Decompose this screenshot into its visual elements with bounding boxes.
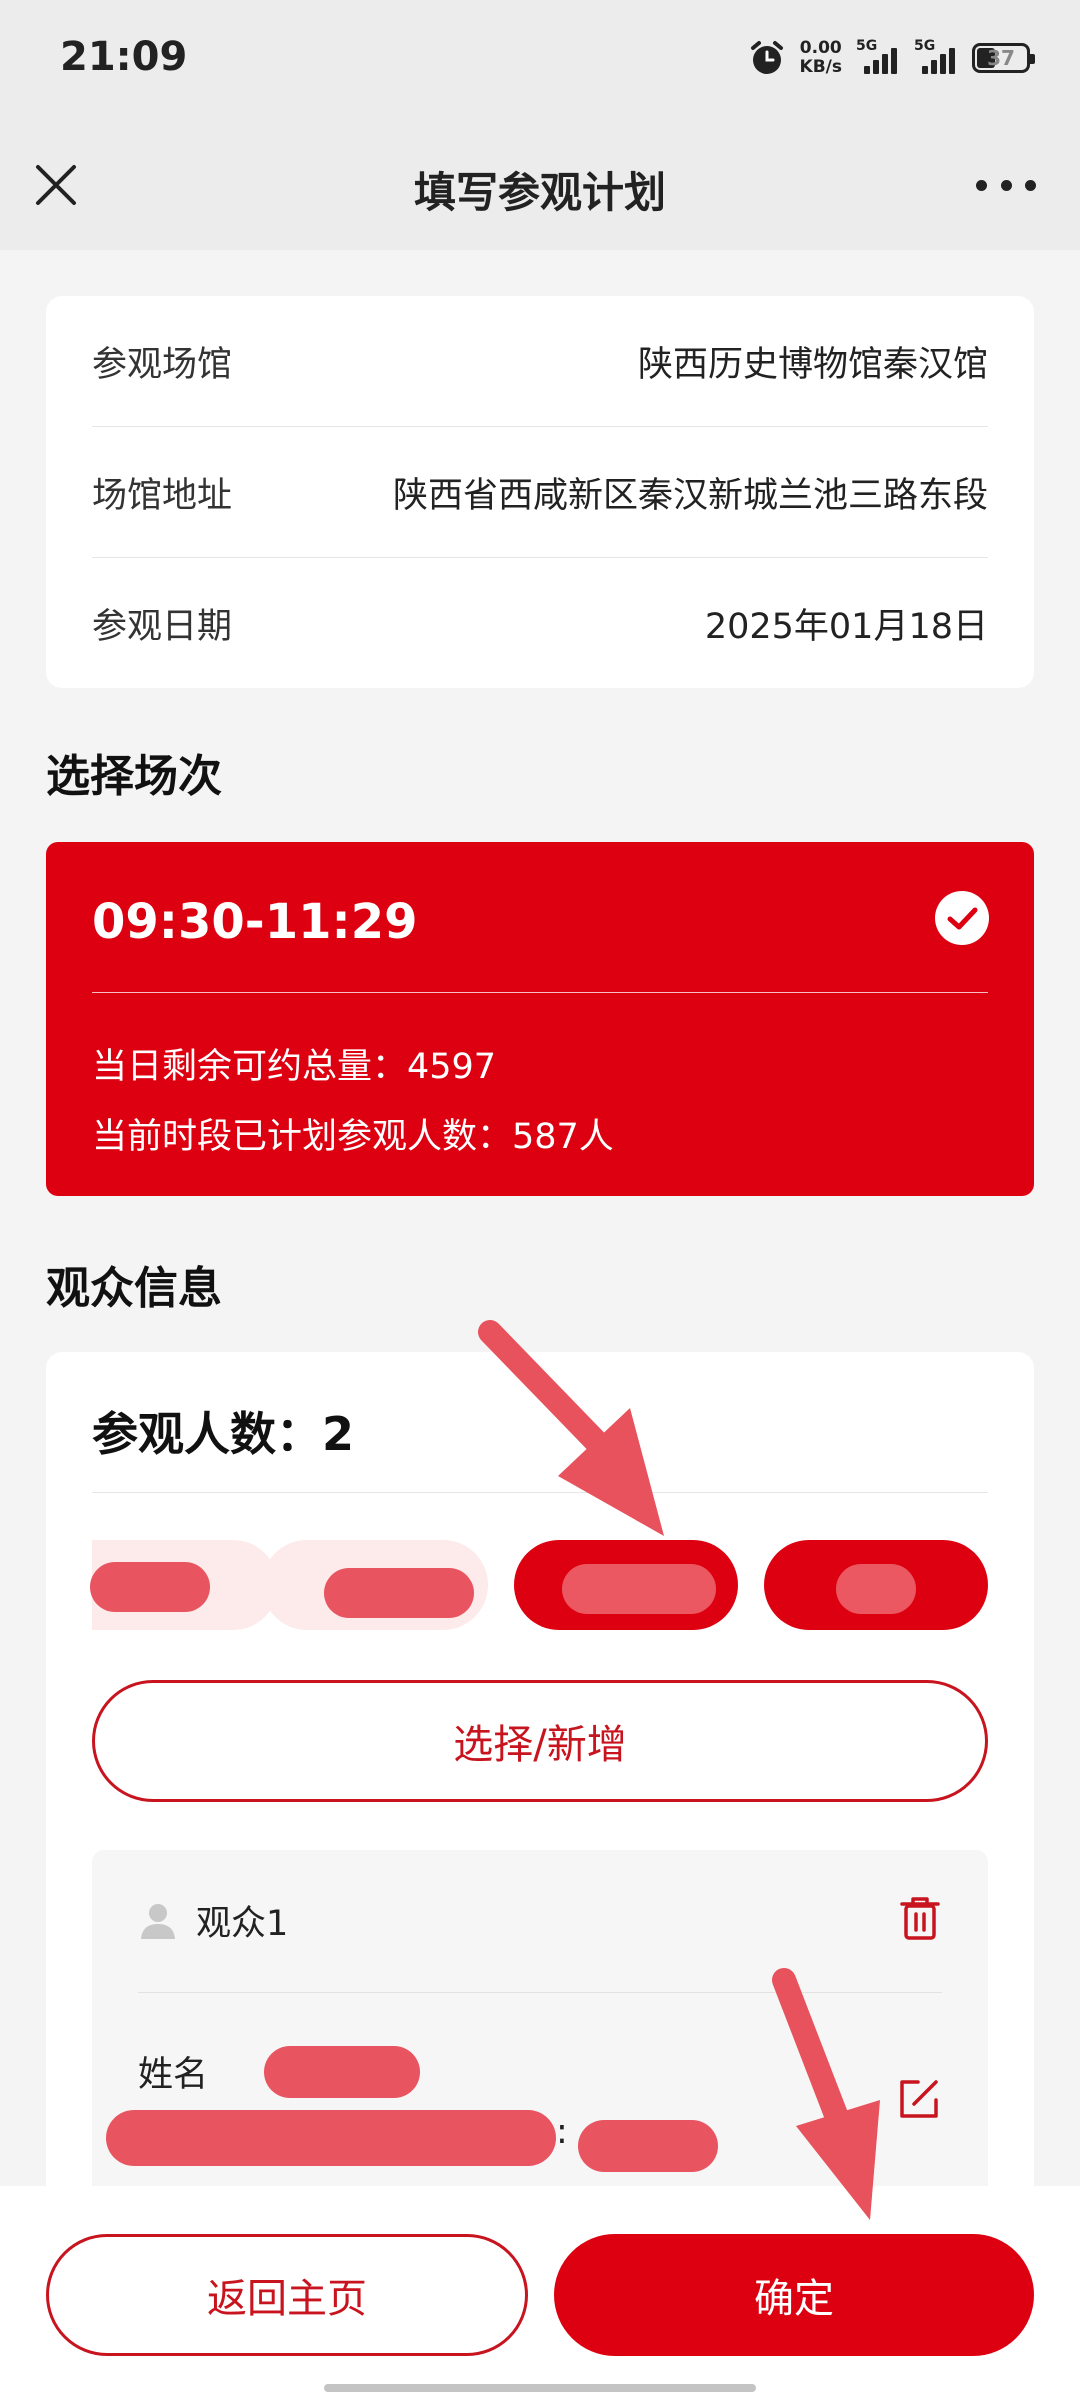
net-speed: 0.00 KB/s [800,39,842,77]
remaining-quota: 当日剩余可约总量：4597 [92,1047,497,1087]
planned-visitors: 当前时段已计划参观人数：587人 [92,1117,614,1157]
visitor-chip-selected[interactable] [514,1540,738,1630]
net-speed-value: 0.00 [799,38,842,58]
top-bar-background: 21:09 0.00 KB/s 5G 5G 37 填写参观计划 [0,0,1080,250]
check-circle-icon [935,891,989,945]
info-label: 参观日期 [92,606,233,647]
more-menu-icon[interactable] [976,173,1036,197]
battery-level: 37 [987,46,1015,70]
info-row-date: 参观日期 2025年01月18日 [92,558,988,688]
visitor-chip[interactable] [90,1540,278,1630]
edit-icon[interactable] [896,2076,942,2122]
divider [92,1492,988,1493]
signal-icon-2: 5G [914,38,958,78]
info-row-venue: 参观场馆 陕西历史博物馆秦汉馆 [92,296,988,426]
redaction-mark [264,2046,420,2098]
signal-label-1: 5G [856,38,878,54]
page-title: 填写参观计划 [413,168,666,217]
field-separator: : [556,2112,568,2152]
redaction-mark [324,1568,474,1618]
person-icon [141,1904,175,1939]
visitor-chip[interactable] [262,1540,488,1630]
redaction-mark [836,1564,916,1614]
status-time: 21:09 [60,34,188,80]
visitor-section-title: 观众信息 [46,1263,222,1314]
visitor-entry-header: 观众1 [138,1896,942,1944]
info-label: 场馆地址 [92,475,233,516]
status-icons: 0.00 KB/s 5G 5G 37 [748,34,1035,82]
signal-icon-1: 5G [856,38,900,78]
trash-icon[interactable] [898,1894,942,1942]
divider [138,1992,942,1993]
bottom-action-bar: 返回主页 确定 [0,2186,1080,2400]
page-header: 填写参观计划 [0,135,1080,235]
redaction-mark [90,1562,210,1612]
visitor-name-label: 姓名 [138,2055,209,2095]
visitor-entry-label: 观众1 [196,1903,289,1944]
battery-icon: 37 [972,43,1035,73]
back-home-button[interactable]: 返回主页 [46,2234,528,2356]
info-value: 陕西历史博物馆秦汉馆 [637,344,988,385]
info-value: 陕西省西咸新区秦汉新城兰池三路东段 [392,475,988,516]
info-label: 参观场馆 [92,344,233,385]
info-value: 2025年01月18日 [704,606,988,647]
alarm-icon [750,41,783,74]
visitor-chip-selected[interactable] [764,1540,988,1630]
session-time: 09:30-11:29 [92,894,418,950]
visitor-count: 参观人数：2 [92,1407,355,1461]
venue-info-card: 参观场馆 陕西历史博物馆秦汉馆 场馆地址 陕西省西咸新区秦汉新城兰池三路东段 参… [46,296,1034,688]
redaction-mark [106,2110,556,2166]
info-row-address: 场馆地址 陕西省西咸新区秦汉新城兰池三路东段 [92,427,988,557]
select-add-visitor-button[interactable]: 选择/新增 [92,1680,988,1802]
status-bar: 21:09 0.00 KB/s 5G 5G 37 [0,0,1080,120]
redaction-mark [578,2120,718,2172]
session-section-title: 选择场次 [46,751,222,802]
signal-label-2: 5G [914,38,936,54]
session-option-selected[interactable]: 09:30-11:29 当日剩余可约总量：4597 当前时段已计划参观人数：58… [46,842,1034,1196]
net-speed-unit: KB/s [799,57,842,77]
confirm-button[interactable]: 确定 [554,2234,1034,2356]
home-indicator [324,2384,756,2392]
redaction-mark [562,1564,716,1614]
divider [92,992,988,993]
